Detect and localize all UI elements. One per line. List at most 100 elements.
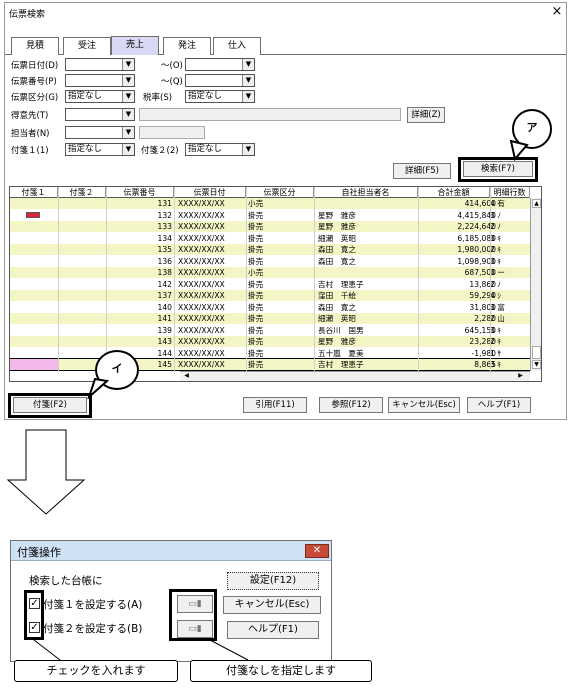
table-row[interactable]: 145 XXXX/XX/XX 掛売 吉村 理恵子 8,865 3 ｷ — [10, 358, 531, 371]
table-row[interactable]: 142 XXXX/XX/XX 掛売 吉村 理恵子 13,860 2 ﾉ — [10, 278, 530, 290]
grid-header: 付箋１ 付箋２ 伝票番号 伝票日付 伝票区分 自社担当者名 合計金額 明細行数 — [10, 187, 530, 198]
number-to-field[interactable]: ▼ — [185, 74, 255, 87]
number-cell: 133 — [157, 222, 173, 231]
scroll-up-icon[interactable]: ▲ — [532, 199, 541, 208]
table-row[interactable]: 137 XXXX/XX/XX 掛売 窪田 千絵 59,290 4 ｼ — [10, 290, 530, 301]
tax-value: 指定なし — [188, 91, 223, 101]
tab-sales[interactable]: 売上 — [111, 36, 159, 55]
table-row[interactable]: 138 XXXX/XX/XX 小売 687,500 3 ー — [10, 267, 530, 278]
search-f7-button[interactable]: 検索(F7) — [463, 161, 533, 177]
date-cell: XXXX/XX/XX — [178, 233, 225, 243]
number-from-field[interactable]: ▼ — [65, 74, 135, 87]
kubun-cell: 掛売 — [248, 325, 264, 335]
kubun-cell: 掛売 — [248, 314, 264, 323]
dialog-title: 付箋操作 — [17, 546, 61, 559]
detail-button[interactable]: 詳細(Z) — [407, 107, 445, 123]
table-row[interactable]: 133 XXXX/XX/XX 掛売 星野 雅彦 2,224,640 2 ﾉ — [10, 221, 530, 232]
scroll-down-icon[interactable]: ▼ — [532, 360, 541, 369]
person-cell: 窪田 千絵 — [318, 291, 356, 300]
dialog-close-icon[interactable]: ✕ — [305, 544, 329, 558]
col-tag1[interactable]: 付箋１ — [10, 187, 58, 198]
window-title: 伝票検索 — [9, 10, 46, 20]
lines-cell: 2 ﾉ — [490, 279, 502, 289]
lines-cell: 4 有 — [490, 199, 505, 208]
close-icon[interactable]: × — [550, 5, 564, 19]
horizontal-scrollbar[interactable]: ◀ ▶ — [180, 371, 530, 381]
scroll-right-icon[interactable]: ▶ — [516, 372, 525, 381]
person-cell: 森田 寛之 — [318, 256, 356, 266]
col-number[interactable]: 伝票番号 — [106, 187, 174, 198]
col-tag2[interactable]: 付箋２ — [58, 187, 106, 198]
number-cell: 140 — [157, 302, 173, 312]
customer-label: 得意先(T) — [11, 111, 49, 121]
table-row[interactable]: 144 XXXX/XX/XX 掛売 五十嵐 夏美 -1,980 1 ｻ — [10, 347, 530, 359]
none-instruction-label: 付箋なしを指定します — [190, 660, 372, 682]
tag-f2-button[interactable]: 付箋(F2) — [13, 397, 87, 413]
amount-cell: 2,280 — [474, 314, 496, 323]
lines-cell: 3 ｷ — [490, 256, 502, 266]
amount-cell: 23,280 — [469, 337, 496, 346]
results-grid[interactable]: 付箋１ 付箋２ 伝票番号 伝票日付 伝票区分 自社担当者名 合計金額 明細行数 … — [9, 186, 542, 382]
grid-column-divider — [490, 187, 491, 372]
table-row[interactable]: 136 XXXX/XX/XX 掛売 森田 寛之 1,098,900 3 ｷ — [10, 255, 530, 267]
col-amount[interactable]: 合計金額 — [418, 187, 490, 198]
help-f1-button[interactable]: ヘルプ(F1) — [467, 397, 531, 413]
table-row[interactable]: 143 XXXX/XX/XX 掛売 星野 雅彦 23,280 2 ｷ — [10, 336, 530, 347]
date-cell: XXXX/XX/XX — [178, 279, 225, 289]
tab-purchase-order[interactable]: 発注 — [163, 37, 211, 55]
date-to-field[interactable]: ▼ — [185, 58, 255, 71]
date-cell: XXXX/XX/XX — [178, 210, 225, 220]
table-row[interactable]: 141 XXXX/XX/XX 掛売 細瀬 英昭 2,280 2 山 — [10, 313, 530, 324]
col-kubun[interactable]: 伝票区分 — [246, 187, 314, 198]
date-cell: XXXX/XX/XX — [178, 360, 225, 369]
table-row[interactable]: 132 XXXX/XX/XX 掛売 星野 雅彦 4,415,840 3 ﾉ — [10, 209, 530, 221]
number-cell: 138 — [157, 268, 173, 277]
kubun-cell: 掛売 — [248, 348, 264, 358]
table-row[interactable]: 135 XXXX/XX/XX 掛売 森田 寛之 1,980,000 2 ｷ — [10, 244, 530, 255]
table-row[interactable]: 134 XXXX/XX/XX 掛売 細瀬 英昭 6,185,080 3 ｷ — [10, 232, 530, 244]
amount-cell: 645,150 — [464, 325, 496, 335]
person-label: 担当者(N) — [11, 129, 50, 139]
kubun-select[interactable]: 指定なし ▼ — [65, 90, 135, 103]
kubun-value: 指定なし — [68, 91, 103, 101]
table-row[interactable]: 131 XXXX/XX/XX 小売 414,600 4 有 — [10, 198, 530, 209]
person-cell: 森田 寛之 — [318, 245, 356, 254]
amount-cell: 687,500 — [464, 268, 496, 277]
amount-cell: 4,415,840 — [457, 210, 496, 220]
detail-f5-button[interactable]: 詳細(F5) — [393, 163, 451, 179]
person-cell: 星野 雅彦 — [318, 210, 356, 220]
tab-purchase[interactable]: 仕入 — [213, 37, 261, 55]
tab-estimate[interactable]: 見積 — [11, 37, 59, 55]
dialog-cancel-button[interactable]: キャンセル(Esc) — [223, 596, 321, 614]
scroll-left-icon[interactable]: ◀ — [182, 372, 191, 381]
date-cell: XXXX/XX/XX — [178, 222, 225, 231]
cancel-esc-button[interactable]: キャンセル(Esc) — [388, 397, 460, 413]
date-from-field[interactable]: ▼ — [65, 58, 135, 71]
customer-field[interactable]: ▼ — [65, 108, 135, 121]
tab-order[interactable]: 受注 — [63, 37, 111, 55]
dropdown-arrow-icon: ▼ — [122, 59, 134, 70]
col-person[interactable]: 自社担当者名 — [314, 187, 418, 198]
scroll-thumb[interactable] — [532, 346, 541, 359]
lines-cell: 3 富 — [490, 302, 505, 312]
amount-cell: 2,224,640 — [457, 222, 496, 231]
grid-column-divider — [106, 187, 107, 372]
tag2-select[interactable]: 指定なし ▼ — [185, 143, 255, 156]
kubun-cell: 小売 — [248, 268, 264, 277]
person-field[interactable]: ▼ — [65, 126, 135, 139]
tag1-select[interactable]: 指定なし ▼ — [65, 143, 135, 156]
set-f12-button[interactable]: 設定(F12) — [227, 572, 319, 590]
reference-f12-button[interactable]: 参照(F12) — [319, 397, 383, 413]
callout-a-pointer — [509, 139, 529, 161]
amount-cell: 59,290 — [469, 291, 496, 300]
col-lines[interactable]: 明細行数 — [490, 187, 530, 198]
tax-select[interactable]: 指定なし ▼ — [185, 90, 255, 103]
tilde-label-2: 〜(Q) — [161, 77, 183, 87]
table-row[interactable]: 139 XXXX/XX/XX 掛売 長谷川 国男 645,150 3 ｷ — [10, 324, 530, 336]
quote-f11-button[interactable]: 引用(F11) — [243, 397, 307, 413]
col-date[interactable]: 伝票日付 — [174, 187, 246, 198]
title-bar: 伝票検索 × — [5, 3, 566, 23]
table-row[interactable]: 140 XXXX/XX/XX 掛売 森田 寛之 31,800 3 富 — [10, 301, 530, 313]
vertical-scrollbar[interactable]: ▲ ▼ — [530, 198, 541, 371]
date-cell: XXXX/XX/XX — [178, 337, 225, 346]
